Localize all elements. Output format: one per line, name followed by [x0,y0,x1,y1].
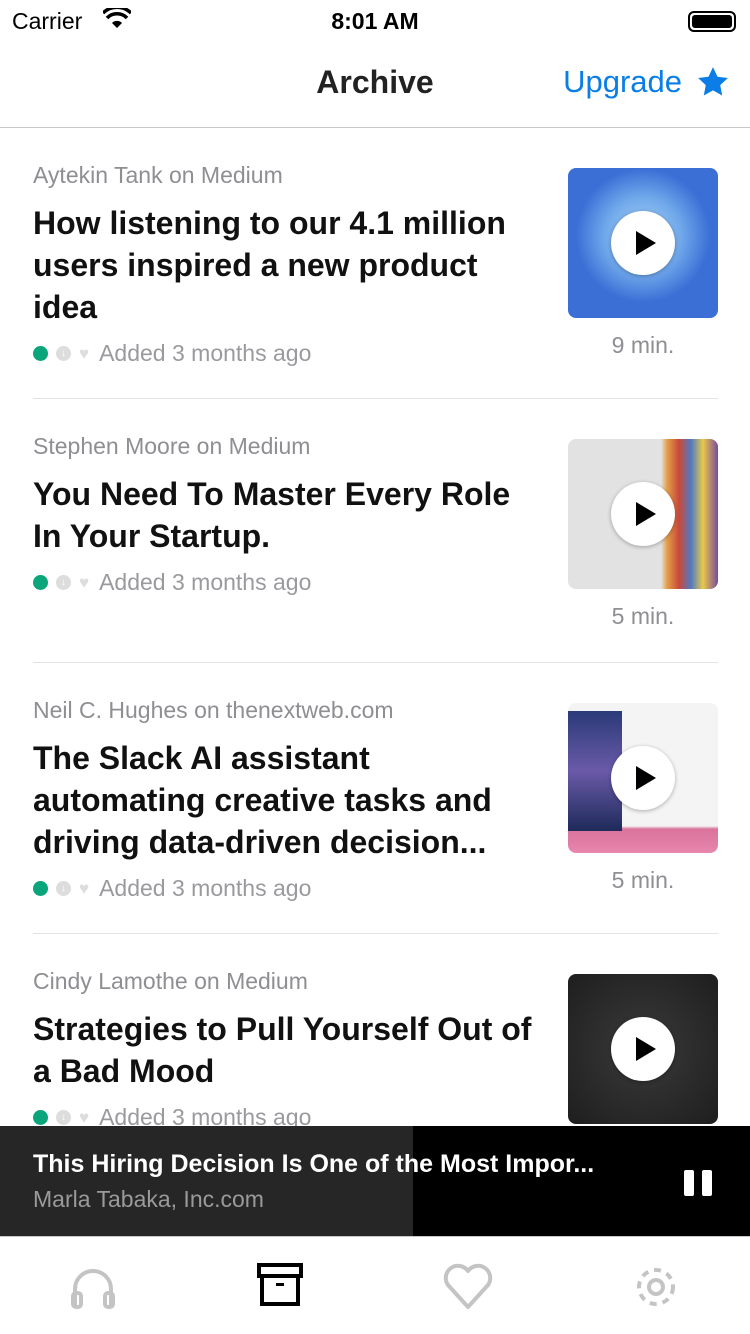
playback-progress [0,1126,413,1236]
play-icon[interactable] [611,211,675,275]
article-author: Cindy Lamothe on Medium [33,968,308,994]
play-icon[interactable] [611,482,675,546]
now-playing-source: Marla Tabaka, Inc.com [33,1186,264,1212]
pause-button[interactable] [684,1170,712,1196]
heart-icon: ♥ [79,1107,90,1127]
article-item[interactable]: Cindy Lamothe on Medium Strategies to Pu… [0,934,750,1134]
unread-dot-icon [33,346,48,361]
navigation-bar: Archive Upgrade [0,40,750,128]
article-thumbnail[interactable] [568,439,718,589]
article-thumbnail[interactable] [568,974,718,1124]
article-title: How listening to our 4.1 million users i… [33,205,506,325]
article-author: Aytekin Tank on Medium [33,162,283,188]
now-playing-title: This Hiring Decision Is One of the Most … [33,1150,595,1178]
article-duration: 9 min. [611,332,675,358]
tab-bar [0,1236,750,1334]
article-author: Neil C. Hughes on thenextweb.com [33,697,394,723]
article-title: Strategies to Pull Yourself Out of a Bad… [33,1011,532,1089]
article-title: The Slack AI assistant automating creati… [33,740,492,860]
status-bar: Carrier 8:01 AM [0,0,750,40]
article-item[interactable]: Neil C. Hughes on thenextweb.com The Sla… [0,663,750,934]
article-meta: ↓ ♥ Added 3 months ago [33,340,311,367]
article-title: You Need To Master Every Role In Your St… [33,476,511,554]
article-author: Stephen Moore on Medium [33,433,311,459]
tab-settings-gear-icon[interactable] [626,1257,686,1317]
article-thumbnail[interactable] [568,168,718,318]
heart-icon: ♥ [79,878,90,898]
heart-icon: ♥ [79,343,90,363]
play-icon[interactable] [611,1017,675,1081]
download-icon: ↓ [56,575,71,590]
article-item[interactable]: Aytekin Tank on Medium How listening to … [0,128,750,399]
article-thumbnail[interactable] [568,703,718,853]
upgrade-button[interactable]: Upgrade [563,64,730,100]
article-item[interactable]: Stephen Moore on Medium You Need To Mast… [0,399,750,663]
download-icon: ↓ [56,1110,71,1125]
download-icon: ↓ [56,881,71,896]
play-icon[interactable] [611,746,675,810]
upgrade-label: Upgrade [563,64,682,99]
article-meta: ↓ ♥ Added 3 months ago [33,569,311,596]
unread-dot-icon [33,1110,48,1125]
added-date: Added 3 months ago [99,569,312,595]
article-meta: ↓ ♥ Added 3 months ago [33,875,311,902]
star-icon [698,67,728,96]
download-icon: ↓ [56,346,71,361]
unread-dot-icon [33,575,48,590]
unread-dot-icon [33,881,48,896]
added-date: Added 3 months ago [99,340,312,366]
article-duration: 5 min. [611,603,675,629]
battery-icon [688,11,736,32]
heart-icon: ♥ [79,572,90,592]
tab-listen-headphones-icon[interactable] [63,1257,123,1317]
mini-player[interactable]: This Hiring Decision Is One of the Most … [0,1126,750,1236]
clock: 8:01 AM [331,8,419,34]
tab-favorites-heart-icon[interactable] [438,1257,498,1317]
article-duration: 5 min. [611,867,675,893]
tab-archive-box-icon[interactable] [250,1257,310,1317]
added-date: Added 3 months ago [99,875,312,901]
